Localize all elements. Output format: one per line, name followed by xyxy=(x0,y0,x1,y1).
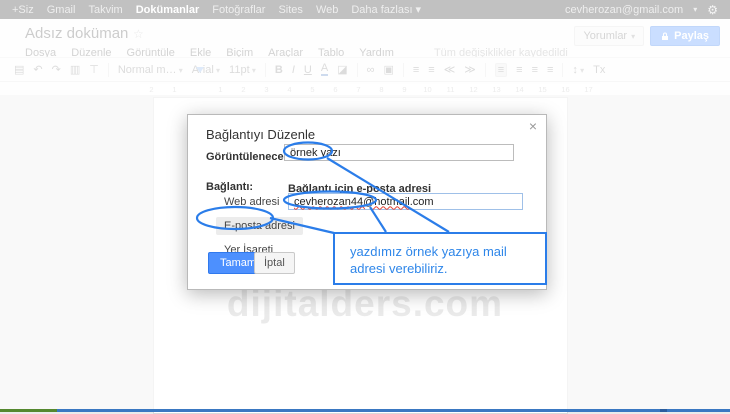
email-user-text: cevherozan44@hotmail xyxy=(294,196,410,208)
display-text-input[interactable] xyxy=(284,144,514,161)
close-icon[interactable]: × xyxy=(529,118,537,134)
email-domain-text: .com xyxy=(410,196,434,208)
link-label: Bağlantı: xyxy=(206,181,253,193)
cancel-button[interactable]: İptal xyxy=(254,252,295,274)
annotation-note-text: yazdımız örnek yazıya mail adresi verebi… xyxy=(350,244,536,278)
annotation-note-box: yazdımız örnek yazıya mail adresi verebi… xyxy=(333,232,547,285)
link-type-option[interactable]: E-posta adresi xyxy=(216,217,303,235)
dialog-title: Bağlantıyı Düzenle xyxy=(206,127,315,142)
link-type-option[interactable]: Web adresi xyxy=(216,193,287,211)
email-address-input[interactable]: cevherozan44@hotmail.com xyxy=(288,193,523,210)
